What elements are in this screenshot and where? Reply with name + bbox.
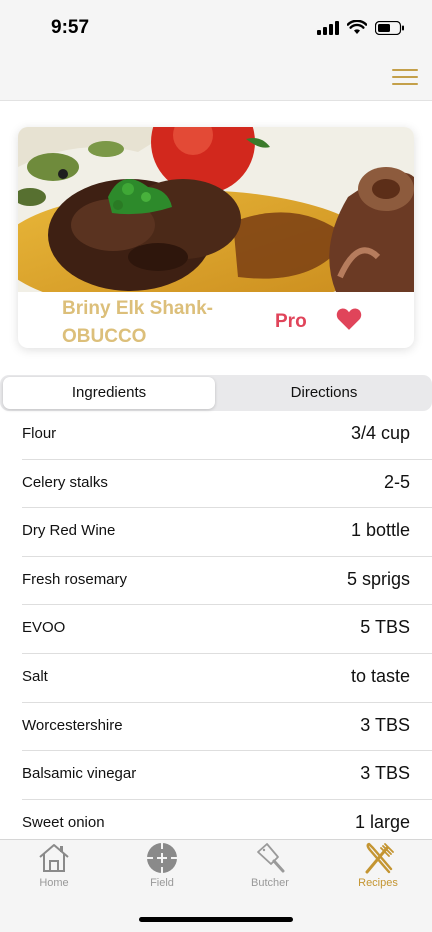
- ingredient-row[interactable]: Salt to taste: [0, 654, 432, 703]
- ingredient-amount: 3 TBS: [360, 714, 410, 735]
- battery-icon: [375, 20, 404, 35]
- tab-butcher[interactable]: Butcher: [230, 842, 310, 889]
- ingredient-amount: 1 bottle: [350, 520, 410, 541]
- recipe-title-line2: OBUCCO: [62, 326, 147, 347]
- ingredient-row[interactable]: Fresh rosemary 5 sprigs: [0, 557, 432, 606]
- home-indicator: [139, 917, 293, 922]
- ingredient-row[interactable]: Dry Red Wine 1 bottle: [0, 508, 432, 557]
- ingredient-name: Salt: [22, 667, 48, 685]
- ingredient-name: Balsamic vinegar: [22, 765, 137, 783]
- cleaver-icon: [257, 843, 285, 873]
- hamburger-menu-icon[interactable]: [392, 69, 418, 85]
- ingredients-directions-segmented-control: Ingredients Directions: [0, 375, 432, 411]
- ingredient-name: Worcestershire: [22, 716, 123, 734]
- ingredient-name: Celery stalks: [22, 473, 108, 491]
- ingredient-name: EVOO: [22, 619, 66, 637]
- ingredient-name: Sweet onion: [22, 813, 105, 831]
- ingredient-name: Dry Red Wine: [22, 522, 116, 540]
- ingredient-amount: to taste: [350, 665, 410, 686]
- wifi-icon: [347, 20, 367, 34]
- ingredient-amount: 3/4 cup: [350, 423, 410, 443]
- pro-badge: Pro: [275, 311, 307, 332]
- tab-butcher-label: Butcher: [251, 877, 289, 889]
- status-time: 9:57: [51, 17, 90, 38]
- home-icon: [39, 844, 69, 872]
- cellular-signal-icon: [317, 20, 339, 35]
- ingredient-amount: 2-5: [383, 471, 410, 492]
- tab-field-label: Field: [150, 877, 174, 889]
- ingredient-row[interactable]: Worcestershire 3 TBS: [0, 703, 432, 752]
- crosshair-icon: [147, 843, 177, 873]
- heart-icon[interactable]: [336, 307, 362, 331]
- ingredient-amount: 1 large: [354, 811, 410, 832]
- nav-bar: [0, 52, 432, 101]
- ingredient-list: Flour 3/4 cup Celery stalks 2-5 Dry Red …: [0, 411, 432, 848]
- tab-home[interactable]: Home: [14, 842, 94, 889]
- ingredient-amount: 5 sprigs: [346, 568, 410, 589]
- recipe-photo: [18, 127, 414, 292]
- tab-recipes-label: Recipes: [358, 877, 398, 889]
- tab-recipes[interactable]: Recipes: [338, 842, 418, 889]
- ingredient-row[interactable]: Balsamic vinegar 3 TBS: [0, 751, 432, 800]
- recipe-title-line1: Briny Elk Shank-: [62, 298, 213, 319]
- tab-directions[interactable]: Directions: [218, 377, 430, 409]
- recipe-card[interactable]: Briny Elk Shank- OBUCCO Pro: [18, 127, 414, 348]
- tab-home-label: Home: [39, 877, 69, 889]
- ingredient-row[interactable]: Flour 3/4 cup: [0, 411, 432, 460]
- ingredient-row[interactable]: Celery stalks 2-5: [0, 460, 432, 509]
- status-icons: [317, 20, 405, 35]
- recipe-title: Briny Elk Shank- OBUCCO: [62, 295, 262, 348]
- ingredient-name: Flour: [22, 425, 57, 442]
- tab-field[interactable]: Field: [122, 842, 202, 889]
- fork-knife-icon: [365, 842, 394, 874]
- ingredient-row[interactable]: EVOO 5 TBS: [0, 605, 432, 654]
- ingredient-amount: 3 TBS: [360, 763, 410, 784]
- ingredient-amount: 5 TBS: [360, 617, 410, 638]
- status-bar: 9:57: [0, 0, 432, 52]
- tab-ingredients[interactable]: Ingredients: [3, 377, 215, 409]
- ingredient-name: Fresh rosemary: [22, 570, 128, 588]
